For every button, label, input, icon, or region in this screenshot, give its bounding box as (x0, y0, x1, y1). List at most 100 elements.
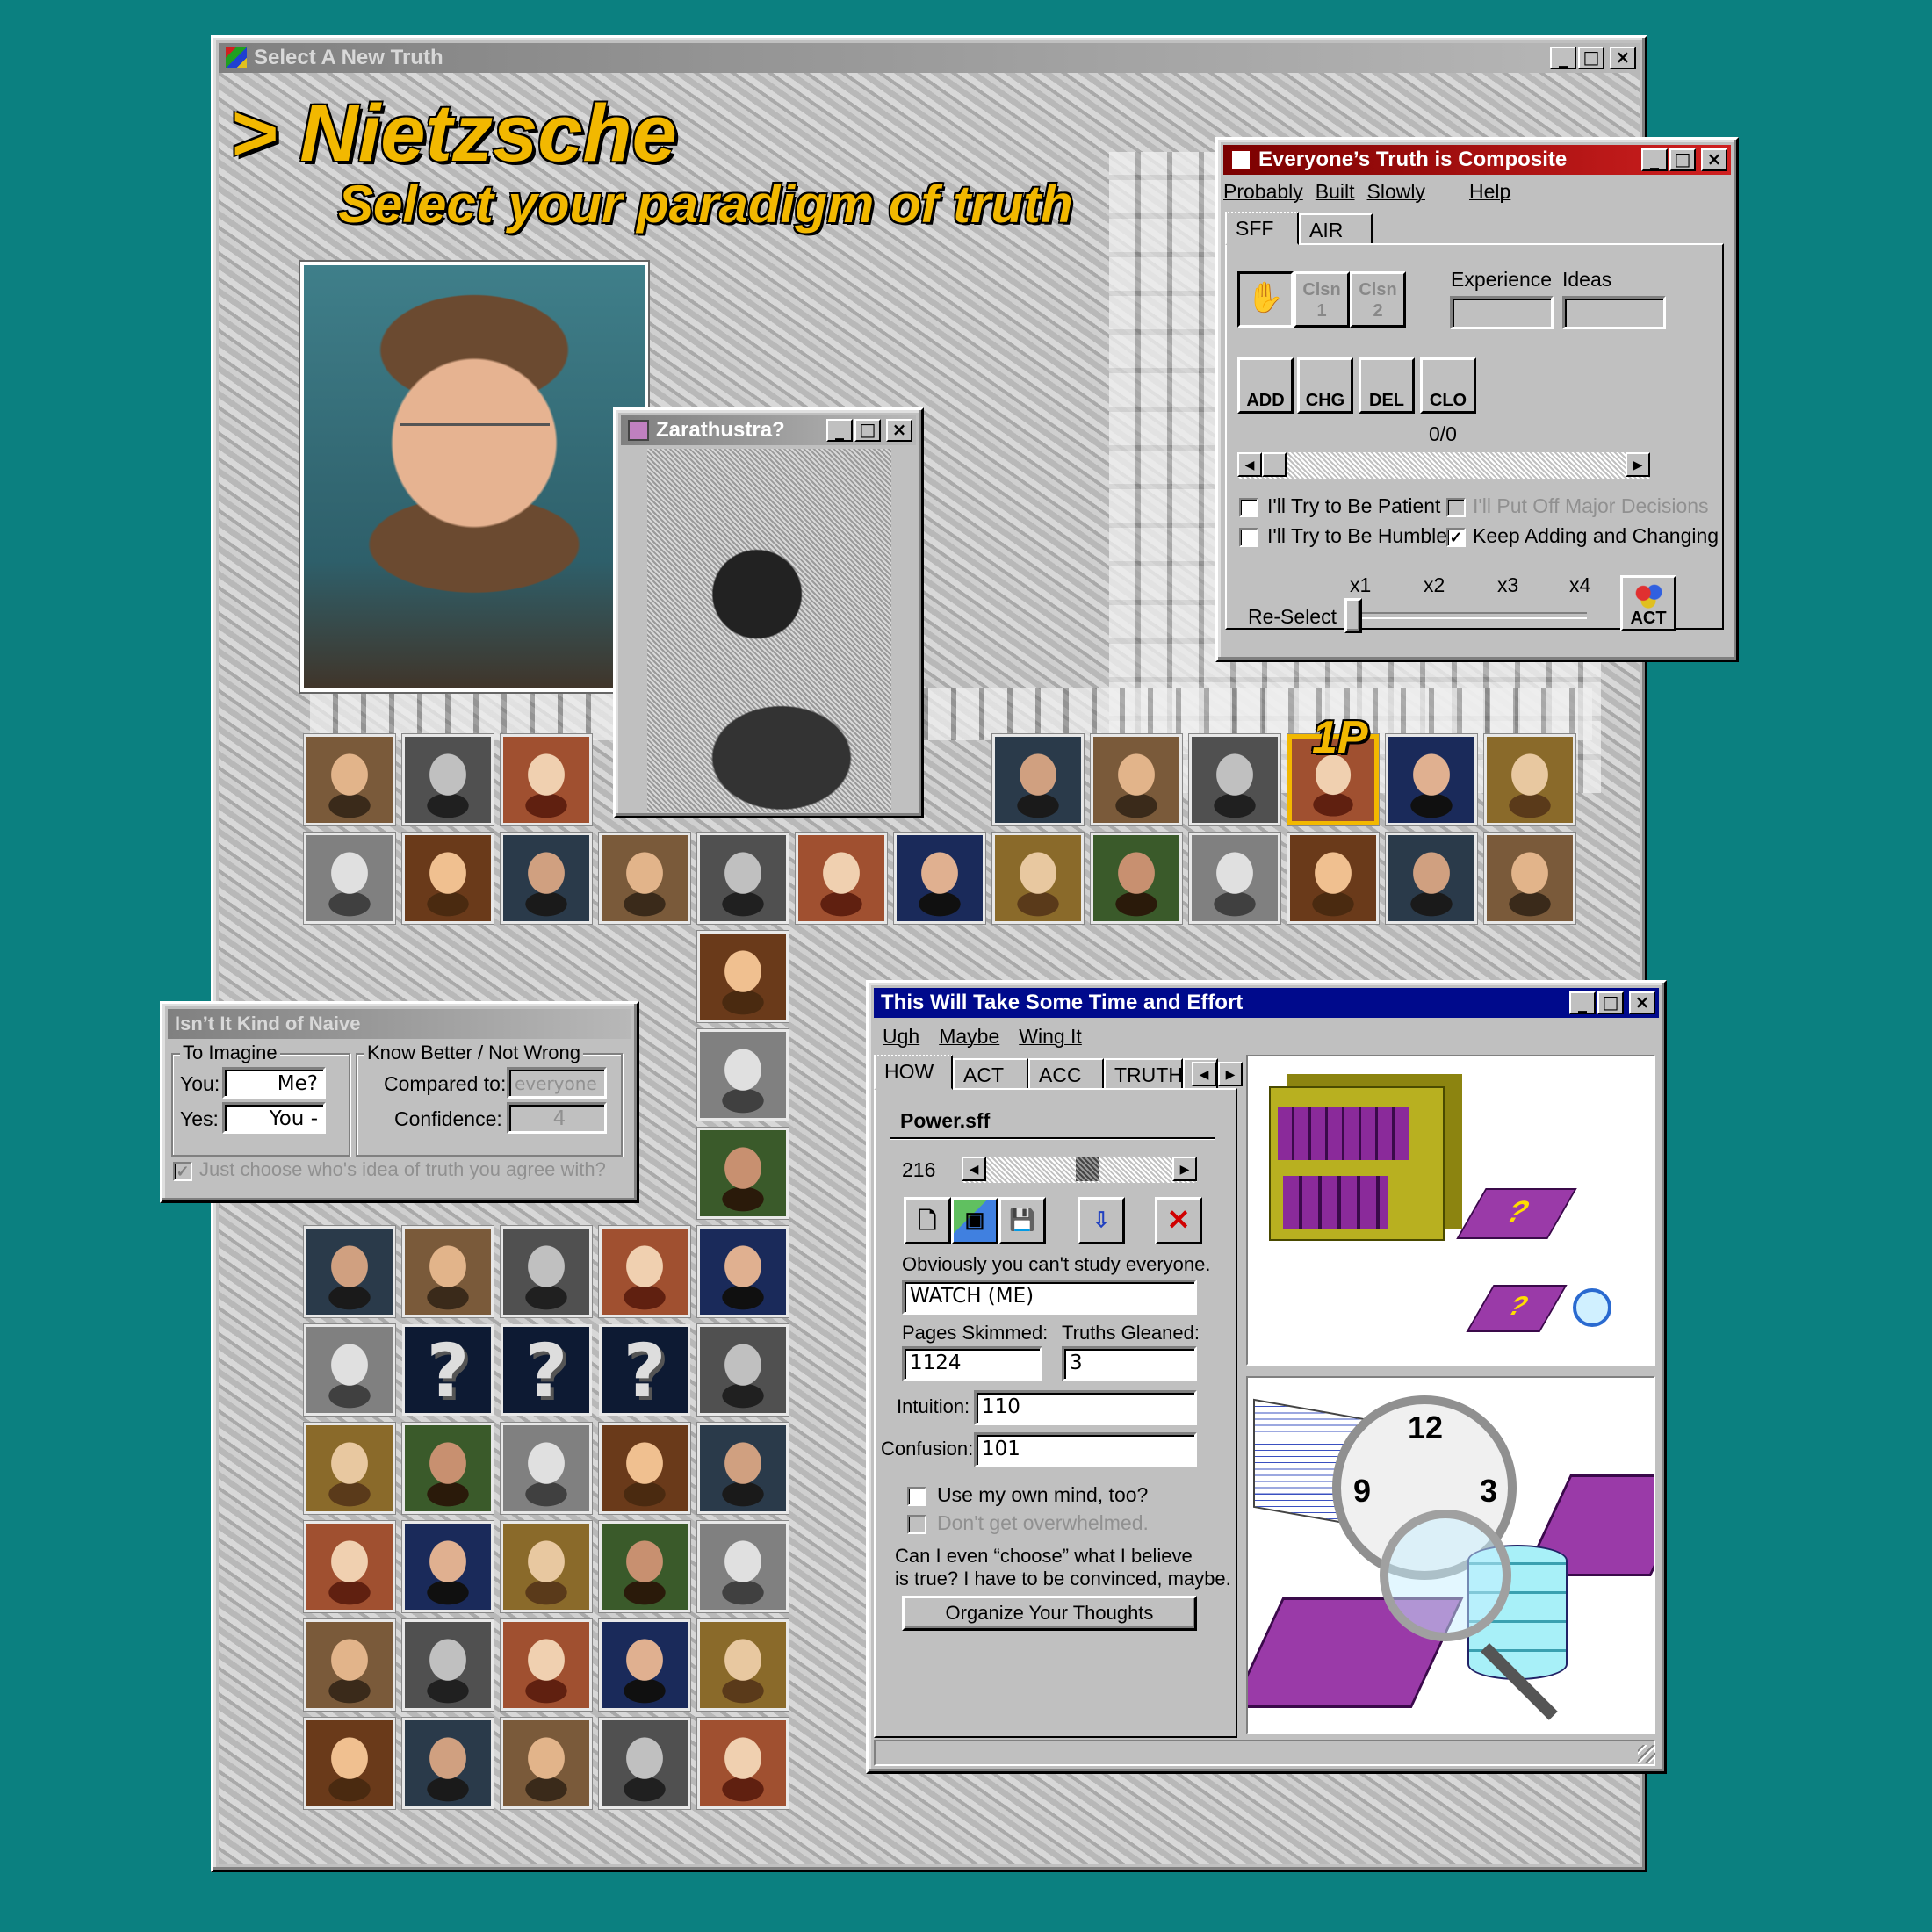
portrait-tile[interactable] (402, 1718, 494, 1809)
clsn1-button[interactable]: Clsn 1 (1294, 271, 1350, 328)
you-field[interactable]: Me? (222, 1067, 326, 1099)
portrait-tile[interactable] (1484, 734, 1575, 825)
tab-air[interactable]: AIR (1299, 213, 1373, 245)
portrait-tile[interactable] (304, 833, 395, 924)
portrait-tile[interactable] (697, 931, 789, 1022)
truths-field[interactable]: 3 (1062, 1346, 1197, 1381)
add-button[interactable]: ADD (1237, 357, 1294, 414)
minimize-button[interactable]: _ (1641, 148, 1668, 171)
tab-scroll-right[interactable]: ▶ (1218, 1062, 1243, 1086)
tab-act[interactable]: ACT (953, 1058, 1028, 1090)
portrait-tile[interactable] (697, 1226, 789, 1317)
portrait-tile[interactable] (697, 1324, 789, 1416)
portrait-tile[interactable] (599, 1226, 690, 1317)
hand-tool-button[interactable]: ✋ (1237, 271, 1294, 328)
close-button[interactable]: × (1701, 148, 1727, 171)
portrait-tile[interactable] (1091, 734, 1182, 825)
portrait-tile[interactable] (501, 1423, 592, 1514)
portrait-tile[interactable] (796, 833, 887, 924)
portrait-tile[interactable] (501, 1226, 592, 1317)
maximize-button[interactable]: □ (854, 419, 881, 442)
effort-scrollbar[interactable]: ◀ ▶ (962, 1157, 1197, 1183)
menu-help[interactable]: Help (1469, 180, 1510, 204)
open-image-button[interactable]: ▣ (951, 1197, 998, 1244)
clsn2-button[interactable]: Clsn 2 (1350, 271, 1406, 328)
maximize-button[interactable]: □ (1578, 47, 1604, 69)
save-button[interactable]: 💾 (998, 1197, 1046, 1244)
mystery-tile[interactable]: ? (402, 1324, 494, 1416)
tab-acc[interactable]: ACC (1028, 1058, 1104, 1090)
portrait-tile[interactable] (304, 734, 395, 825)
portrait-tile[interactable] (992, 833, 1084, 924)
portrait-tile[interactable] (1189, 734, 1280, 825)
tab-scroll-left[interactable]: ◀ (1192, 1062, 1216, 1086)
portrait-tile[interactable] (697, 1128, 789, 1219)
horizontal-scrollbar[interactable]: ◀ ▶ (1237, 452, 1650, 479)
act-button[interactable]: ACT (1620, 575, 1676, 631)
portrait-tile[interactable] (599, 1423, 690, 1514)
own-mind-checkbox[interactable] (907, 1487, 926, 1506)
close-button[interactable]: × (1629, 991, 1655, 1014)
resize-grip[interactable] (1638, 1745, 1655, 1763)
mystery-tile[interactable]: ? (501, 1324, 592, 1416)
menu-maybe[interactable]: Maybe (939, 1025, 999, 1049)
portrait-tile[interactable] (697, 1029, 789, 1121)
portrait-tile[interactable] (304, 1718, 395, 1809)
scroll-thumb[interactable] (1262, 452, 1287, 477)
intuition-field[interactable]: 110 (974, 1390, 1197, 1425)
speed-slider-track[interactable] (1350, 612, 1587, 619)
delete-button[interactable]: ✕ (1155, 1197, 1202, 1244)
menu-ugh[interactable]: Ugh (883, 1025, 919, 1049)
portrait-tile[interactable] (304, 1521, 395, 1612)
organize-button[interactable]: Organize Your Thoughts (902, 1596, 1197, 1631)
portrait-tile[interactable] (501, 833, 592, 924)
portrait-tile[interactable] (304, 1423, 395, 1514)
minimize-button[interactable]: _ (826, 419, 853, 442)
portrait-tile[interactable] (304, 1324, 395, 1416)
experience-field[interactable] (1450, 296, 1554, 329)
portrait-tile[interactable] (697, 1423, 789, 1514)
portrait-tile[interactable] (402, 833, 494, 924)
portrait-tile[interactable] (992, 734, 1084, 825)
select-truth-titlebar[interactable]: Select A New Truth _ □ × (219, 43, 1640, 73)
portrait-tile[interactable] (402, 1423, 494, 1514)
portrait-tile[interactable] (697, 1718, 789, 1809)
portrait-tile[interactable] (402, 1619, 494, 1711)
close-button[interactable]: × (886, 419, 912, 442)
maximize-button[interactable]: □ (1669, 148, 1696, 171)
confusion-field[interactable]: 101 (974, 1432, 1197, 1467)
close-button[interactable]: × (1610, 47, 1636, 69)
portrait-tile[interactable] (304, 1619, 395, 1711)
tab-how[interactable]: HOW (874, 1055, 953, 1090)
effort-titlebar[interactable]: This Will Take Some Time and Effort _ □ … (874, 988, 1659, 1018)
portrait-tile[interactable] (1386, 734, 1477, 825)
del-button[interactable]: DEL (1359, 357, 1415, 414)
speed-slider-thumb[interactable] (1344, 598, 1362, 633)
portrait-tile[interactable] (894, 833, 985, 924)
portrait-tile[interactable] (1189, 833, 1280, 924)
portrait-tile[interactable] (402, 734, 494, 825)
tab-truth[interactable]: TRUTH (1104, 1058, 1183, 1090)
naive-titlebar[interactable]: Isn’t It Kind of Naive (168, 1009, 631, 1039)
keep-adding-checkbox[interactable]: ✓ (1446, 528, 1466, 547)
humble-checkbox[interactable] (1239, 528, 1258, 547)
portrait-tile[interactable] (402, 1226, 494, 1317)
portrait-tile[interactable] (1091, 833, 1182, 924)
maximize-button[interactable]: □ (1597, 991, 1624, 1014)
scroll-left-arrow[interactable]: ◀ (1237, 452, 1262, 477)
portrait-tile[interactable] (501, 1718, 592, 1809)
portrait-tile[interactable] (1287, 833, 1379, 924)
minimize-button[interactable]: _ (1550, 47, 1576, 69)
portrait-tile[interactable] (1386, 833, 1477, 924)
scroll-left-arrow[interactable]: ◀ (962, 1157, 986, 1181)
portrait-tile[interactable] (304, 1226, 395, 1317)
portrait-tile[interactable] (599, 1619, 690, 1711)
portrait-tile[interactable] (599, 1718, 690, 1809)
patient-checkbox[interactable] (1239, 498, 1258, 517)
minimize-button[interactable]: _ (1569, 991, 1596, 1014)
menu-probably[interactable]: Probably (1223, 180, 1303, 204)
menu-wing-it[interactable]: Wing It (1019, 1025, 1082, 1049)
mystery-tile[interactable]: ? (599, 1324, 690, 1416)
new-file-button[interactable]: 🗋 (904, 1197, 951, 1244)
portrait-tile[interactable] (599, 1521, 690, 1612)
